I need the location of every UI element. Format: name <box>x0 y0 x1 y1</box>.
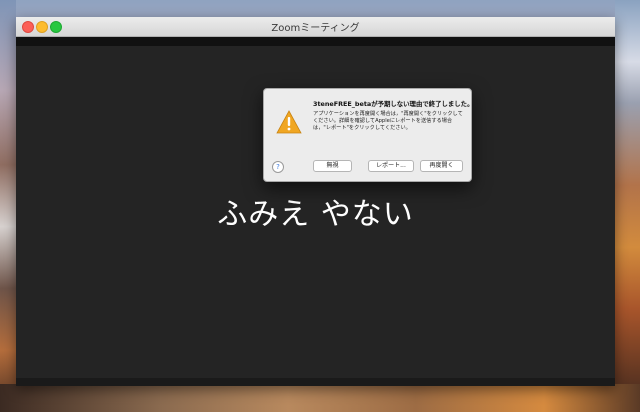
video-top-bar <box>16 37 615 46</box>
desktop-wallpaper-left <box>0 0 16 412</box>
desktop-wallpaper-bottom <box>0 384 640 412</box>
help-button[interactable]: ? <box>272 161 284 173</box>
zoom-meeting-window: Zoomミーティング ふみえ やない 3teneFREE_betaが予期しない理… <box>16 17 615 386</box>
window-titlebar[interactable]: Zoomミーティング <box>16 17 615 37</box>
ignore-button[interactable]: 無視 <box>313 160 352 172</box>
video-bottom-bar <box>16 378 615 386</box>
participant-name: ふみえ やない <box>217 197 414 232</box>
dialog-title: 3teneFREE_betaが予期しない理由で終了しました。 <box>313 100 474 108</box>
dialog-message: アプリケーションを再度開く場合は，"再度開く"をクリックしてください。詳細を確認… <box>313 111 463 132</box>
warning-triangle-icon <box>276 110 302 134</box>
crash-alert-dialog: 3teneFREE_betaが予期しない理由で終了しました。 アプリケーションを… <box>263 88 474 182</box>
desktop-wallpaper-right <box>615 0 640 412</box>
report-button[interactable]: レポート... <box>368 160 414 172</box>
window-title: Zoomミーティング <box>271 23 360 34</box>
reopen-button[interactable]: 再度開く <box>420 160 463 172</box>
